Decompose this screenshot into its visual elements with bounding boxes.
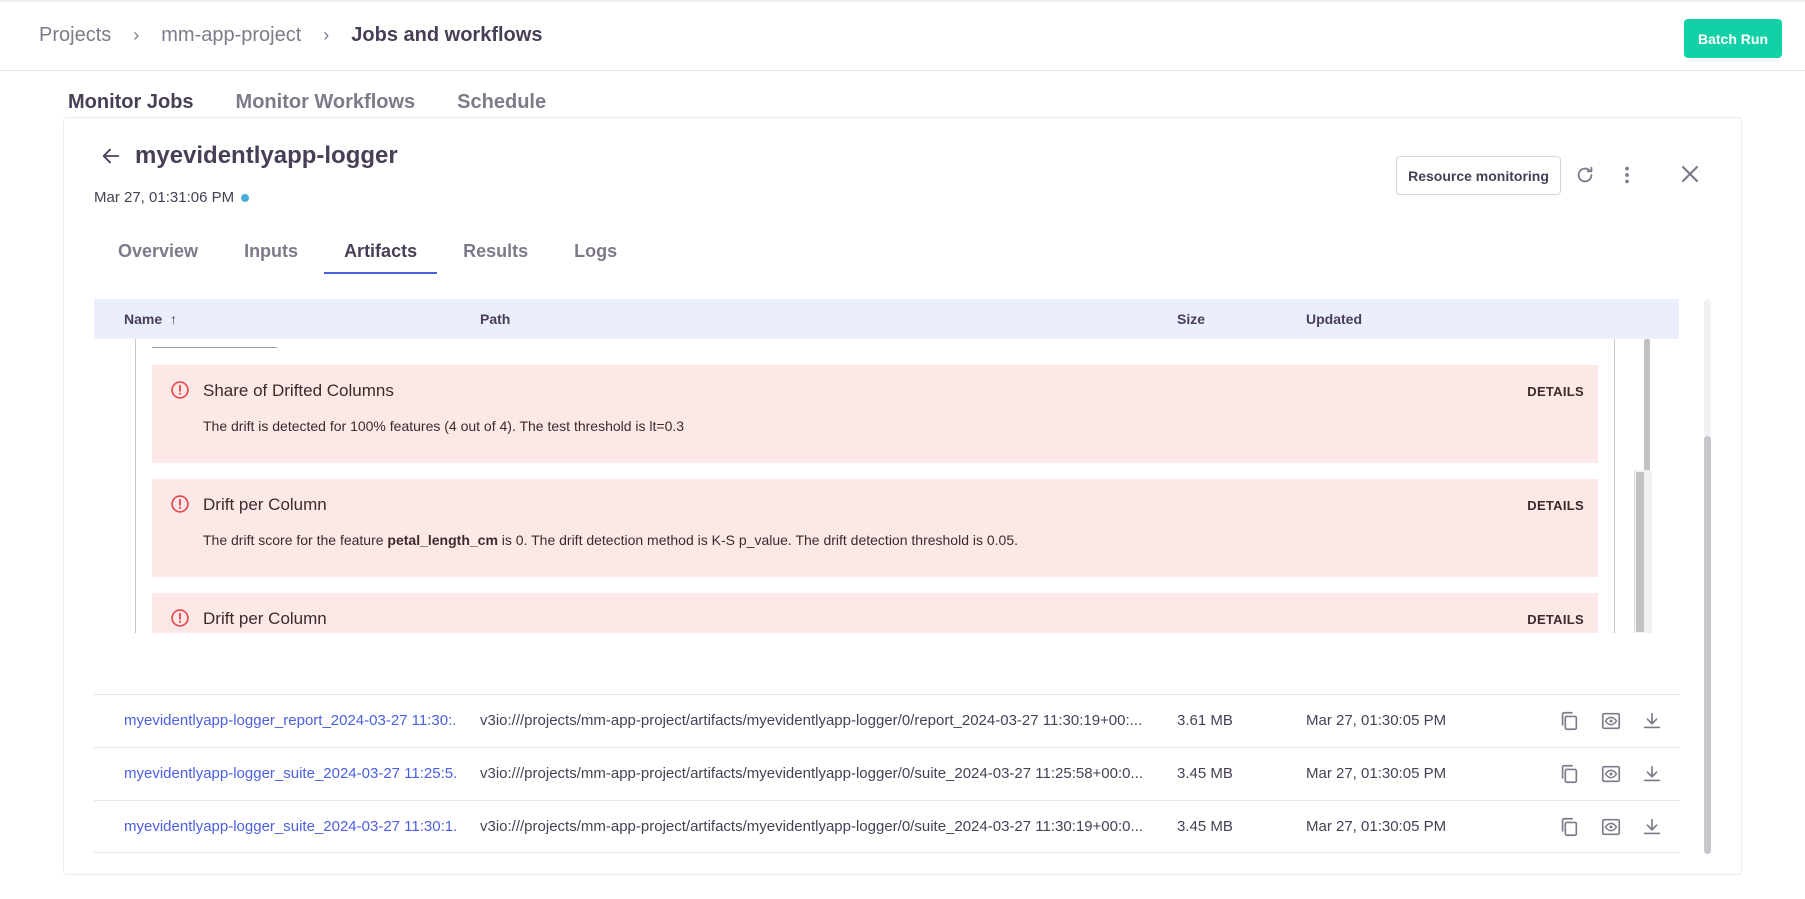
preview-icon[interactable] — [1600, 710, 1622, 732]
test-result-card: Drift per Column DETAILS The drift score… — [152, 479, 1598, 577]
job-title: myevidentlyapp-logger — [135, 142, 398, 169]
download-icon[interactable] — [1641, 816, 1663, 838]
artifact-updated: Mar 27, 01:30:05 PM — [1306, 712, 1447, 729]
breadcrumb-projects[interactable]: Projects — [39, 24, 111, 47]
close-icon[interactable] — [1677, 161, 1703, 187]
artifact-updated: Mar 27, 01:30:05 PM — [1306, 818, 1447, 835]
tab-overview[interactable]: Overview — [98, 237, 218, 274]
artifact-name-link[interactable]: myevidentlyapp-logger_report_2024-03-27 … — [124, 712, 456, 729]
download-icon[interactable] — [1641, 763, 1663, 785]
tab-logs[interactable]: Logs — [554, 237, 637, 274]
test-title: Drift per Column — [203, 609, 327, 628]
tab-inputs[interactable]: Inputs — [224, 237, 318, 274]
details-button[interactable]: DETAILS — [1527, 612, 1584, 627]
breadcrumb-current-page: Jobs and workflows — [351, 24, 543, 46]
table-row[interactable]: myevidentlyapp-logger_suite_2024-03-27 1… — [94, 747, 1679, 800]
test-description: The drift is detected for 100% features … — [203, 418, 684, 434]
test-title: Share of Drifted Columns — [203, 381, 394, 400]
table-row[interactable]: myevidentlyapp-logger_suite_2024-03-27 1… — [94, 800, 1679, 853]
test-description: The drift score for the feature petal_le… — [203, 532, 1018, 548]
copy-icon[interactable] — [1558, 710, 1580, 732]
table-scrollbar-thumb[interactable] — [1704, 436, 1711, 854]
breadcrumb-project[interactable]: mm-app-project — [161, 24, 301, 47]
breadcrumb-separator: › — [133, 25, 140, 45]
artifact-path: v3io:///projects/mm-app-project/artifact… — [480, 712, 1143, 729]
column-header-updated: Updated — [1306, 311, 1362, 327]
preview-icon[interactable] — [1600, 816, 1622, 838]
artifact-name-link[interactable]: myevidentlyapp-logger_suite_2024-03-27 1… — [124, 765, 456, 782]
column-header-name-label: Name — [124, 311, 163, 327]
status-dot — [241, 193, 250, 202]
artifact-size: 3.61 MB — [1177, 712, 1233, 729]
table-bottom-border — [94, 852, 1679, 853]
batch-run-button[interactable]: Batch Run — [1684, 19, 1782, 58]
artifact-name-link[interactable]: myevidentlyapp-logger_suite_2024-03-27 1… — [124, 818, 456, 835]
artifact-path: v3io:///projects/mm-app-project/artifact… — [480, 765, 1144, 782]
artifact-updated: Mar 27, 01:30:05 PM — [1306, 765, 1447, 782]
tab-artifacts[interactable]: Artifacts — [324, 237, 438, 274]
preview-divider — [152, 347, 277, 348]
test-title: Drift per Column — [203, 495, 327, 514]
breadcrumb: Projects › mm-app-project › Jobs and wor… — [39, 24, 542, 47]
feature-name: petal_length_cm — [387, 532, 498, 548]
resource-monitoring-button[interactable]: Resource monitoring — [1396, 156, 1561, 195]
table-header: Name ↑ Path Size Updated — [94, 299, 1679, 339]
column-header-size: Size — [1177, 311, 1206, 327]
preview-inner-scrollbar-thumb[interactable] — [1636, 472, 1644, 632]
table-row[interactable]: myevidentlyapp-logger_report_2024-03-27 … — [94, 694, 1679, 747]
more-options-icon[interactable] — [1615, 163, 1639, 187]
breadcrumb-separator: › — [323, 25, 330, 45]
refresh-icon[interactable] — [1573, 163, 1597, 187]
job-date: Mar 27, 01:31:06 PM — [94, 189, 250, 206]
test-result-card: Share of Drifted Columns DETAILS The dri… — [152, 365, 1598, 463]
alert-circle-icon — [170, 608, 190, 628]
job-sub-tabs: Overview Inputs Artifacts Results Logs — [98, 237, 643, 274]
tab-results[interactable]: Results — [443, 237, 548, 274]
details-button[interactable]: DETAILS — [1527, 498, 1584, 513]
copy-icon[interactable] — [1558, 816, 1580, 838]
sort-arrow-up-icon: ↑ — [170, 311, 178, 327]
test-description-text: The drift score for the feature — [203, 532, 388, 548]
test-description-text: is 0. The drift detection method is K-S … — [497, 532, 1019, 548]
artifact-path: v3io:///projects/mm-app-project/artifact… — [480, 818, 1144, 835]
copy-icon[interactable] — [1558, 763, 1580, 785]
test-description-text: The drift is detected for 100% features … — [203, 418, 685, 434]
preview-icon[interactable] — [1600, 763, 1622, 785]
column-header-path: Path — [480, 311, 511, 327]
alert-circle-icon — [170, 494, 190, 514]
column-header-name[interactable]: Name ↑ — [124, 311, 177, 327]
back-arrow-icon[interactable] — [100, 145, 122, 167]
test-result-card: Drift per Column DETAILS — [152, 593, 1598, 633]
alert-circle-icon — [170, 380, 190, 400]
download-icon[interactable] — [1641, 710, 1663, 732]
artifact-size: 3.45 MB — [1177, 818, 1233, 835]
artifact-size: 3.45 MB — [1177, 765, 1233, 782]
job-date-text: Mar 27, 01:31:06 PM — [94, 189, 235, 206]
details-button[interactable]: DETAILS — [1527, 384, 1584, 399]
top-bar: Projects › mm-app-project › Jobs and wor… — [0, 0, 1805, 71]
